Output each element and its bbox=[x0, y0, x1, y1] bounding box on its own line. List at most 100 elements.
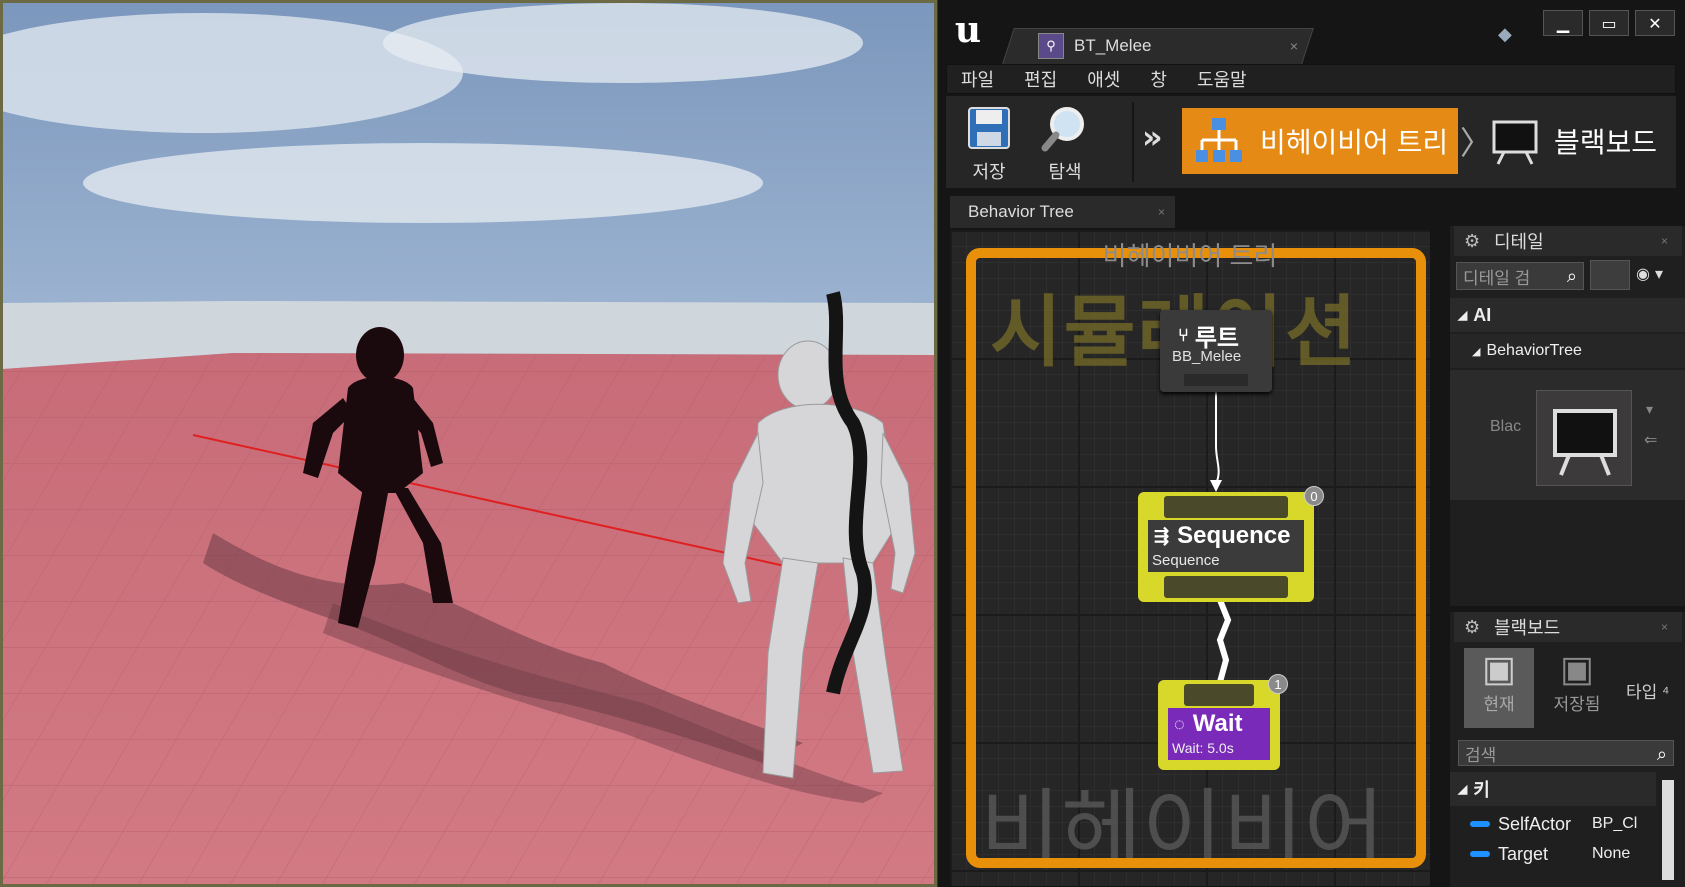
view-options-eye-icon[interactable]: ◉ ▾ bbox=[1636, 264, 1682, 286]
menu-file[interactable]: 파일 bbox=[961, 66, 994, 92]
sequence-index-badge: 0 bbox=[1304, 486, 1324, 506]
document-tab[interactable]: ⚲ BT_Melee × bbox=[1022, 28, 1312, 64]
wait-index-badge: 1 bbox=[1268, 674, 1288, 694]
type-label: 타입 ⁴ bbox=[1626, 683, 1670, 702]
sequence-icon: ⇶ bbox=[1154, 525, 1170, 546]
mode-blackboard-button[interactable]: 블랙보드 bbox=[1490, 108, 1657, 174]
expand-triangle-icon: ◢ bbox=[1458, 782, 1468, 796]
blackboard-search-input[interactable]: 검색 ⌕ bbox=[1458, 740, 1674, 766]
close-tab-icon[interactable]: × bbox=[1290, 38, 1298, 54]
saved-label: 저장됨 bbox=[1553, 695, 1601, 714]
tab-behavior-tree[interactable]: Behavior Tree × bbox=[950, 196, 1175, 228]
mode-behavior-tree-label: 비헤이비어 트리 bbox=[1260, 127, 1449, 158]
details-search-input[interactable]: 디테일 검 ⌕ bbox=[1456, 262, 1584, 290]
menu-window[interactable]: 창 bbox=[1150, 66, 1167, 92]
saved-button[interactable]: ▣ 저장됨 bbox=[1542, 648, 1612, 728]
menu-edit[interactable]: 편집 bbox=[1024, 66, 1057, 92]
menu-asset[interactable]: 애셋 bbox=[1087, 66, 1120, 92]
tab-details[interactable]: ⚙ 디테일 × bbox=[1454, 226, 1682, 256]
key-name: SelfActor bbox=[1498, 813, 1572, 834]
expand-triangle-icon: ◢ bbox=[1458, 308, 1468, 322]
blackboard-panel: ⚙ 블랙보드 × ▣ 현재 ▣ 저장됨 타입 ⁴ 검색 ⌕ ◢ 키 SelfAc… bbox=[1450, 612, 1685, 887]
blackboard-tab-icon: ⚙ bbox=[1464, 617, 1481, 637]
root-output-pin[interactable] bbox=[1184, 374, 1248, 386]
sequence-output-pin[interactable] bbox=[1164, 576, 1288, 598]
browse-button[interactable]: 탐색 bbox=[1030, 104, 1100, 184]
wait-node-subtitle: Wait: 5.0s bbox=[1172, 740, 1234, 756]
category-behaviortree-label: BehaviorTree bbox=[1486, 342, 1582, 359]
category-ai[interactable]: ◢ AI bbox=[1450, 298, 1685, 332]
dropdown-arrow-icon[interactable]: ▾ bbox=[1646, 402, 1653, 418]
close-tab-icon[interactable]: × bbox=[1661, 234, 1668, 248]
graph-canvas[interactable]: 시뮬레이션 비헤이비어 비헤이비어 트리 ⑂ 루트 BB_Melee bbox=[950, 230, 1430, 886]
behavior-tree-editor: u ⚲ BT_Melee × ◆ ▁ ▭ ✕ 파일 편집 애셋 창 도움말 저장… bbox=[937, 0, 1685, 887]
key-value: BP_Cl bbox=[1592, 815, 1638, 832]
search-icon: ⌕ bbox=[1656, 744, 1667, 764]
wait-icon: ◌ bbox=[1174, 713, 1185, 734]
mode-behavior-tree-button[interactable]: 비헤이비어 트리 bbox=[1182, 108, 1458, 174]
level-viewport[interactable] bbox=[0, 0, 937, 887]
save-icon bbox=[968, 107, 1010, 149]
toolbar: 저장 탐색 » 비헤이비어 트리 〉 블랙보드 bbox=[946, 96, 1676, 188]
browse-label: 탐색 bbox=[1048, 162, 1082, 182]
unreal-logo-icon: u bbox=[954, 9, 982, 51]
blackboard-icon: ▣ bbox=[1481, 648, 1516, 689]
object-type-icon bbox=[1470, 821, 1490, 827]
wait-input-pin[interactable] bbox=[1184, 684, 1254, 706]
blackboard-icon bbox=[1553, 409, 1617, 476]
behavior-tree-icon bbox=[1196, 118, 1242, 162]
details-icon: ⚙ bbox=[1464, 231, 1481, 251]
current-button[interactable]: ▣ 현재 bbox=[1464, 648, 1534, 728]
root-node[interactable]: ⑂ 루트 BB_Melee bbox=[1160, 310, 1272, 392]
close-tab-icon[interactable]: × bbox=[1661, 620, 1668, 634]
sequence-node[interactable]: ⇶ Sequence Sequence bbox=[1138, 492, 1314, 602]
source-control-icon[interactable]: ◆ bbox=[1498, 24, 1522, 45]
object-type-icon bbox=[1470, 851, 1490, 857]
category-ai-label: AI bbox=[1473, 304, 1492, 325]
tab-blackboard[interactable]: ⚙ 블랙보드 × bbox=[1454, 612, 1682, 642]
root-node-subtitle: BB_Melee bbox=[1172, 348, 1242, 365]
tab-blackboard-label: 블랙보드 bbox=[1494, 618, 1561, 638]
sequence-node-subtitle: Sequence bbox=[1152, 552, 1220, 569]
behavior-tree-asset-icon: ⚲ bbox=[1038, 33, 1064, 59]
sequence-node-title: ⇶ Sequence bbox=[1154, 522, 1290, 550]
blackboard-key-row[interactable]: SelfActor BP_Cl bbox=[1470, 810, 1678, 838]
root-icon: ⑂ bbox=[1178, 325, 1189, 346]
close-tab-icon[interactable]: × bbox=[1158, 205, 1165, 219]
key-value: None bbox=[1592, 845, 1631, 862]
wait-node-title: ◌ Wait bbox=[1174, 710, 1242, 738]
blackboard-key-row[interactable]: Target None bbox=[1470, 840, 1678, 868]
sequence-node-title-text: Sequence bbox=[1177, 522, 1291, 549]
blackboard-asset-thumbnail[interactable] bbox=[1536, 390, 1632, 486]
toolbar-separator bbox=[1132, 102, 1134, 182]
wait-node-title-text: Wait bbox=[1192, 710, 1243, 737]
mode-blackboard-label: 블랙보드 bbox=[1554, 127, 1658, 158]
blackboard-property-label: Blac bbox=[1490, 418, 1522, 435]
current-label: 현재 bbox=[1483, 695, 1515, 714]
tab-behavior-tree-label: Behavior Tree bbox=[968, 202, 1074, 221]
property-matrix-button[interactable] bbox=[1590, 260, 1630, 290]
menu-help[interactable]: 도움말 bbox=[1197, 66, 1247, 92]
keys-category[interactable]: ◢ 키 bbox=[1450, 772, 1656, 806]
expand-chevron-icon[interactable]: » bbox=[1142, 118, 1163, 156]
sequence-node-body: ⇶ Sequence Sequence bbox=[1148, 520, 1304, 572]
close-window-button[interactable]: ✕ bbox=[1635, 10, 1675, 36]
category-behaviortree[interactable]: ◢ BehaviorTree bbox=[1450, 334, 1685, 368]
sequence-input-pin[interactable] bbox=[1164, 496, 1288, 518]
blackboard-icon bbox=[1492, 120, 1538, 165]
tab-details-label: 디테일 bbox=[1494, 232, 1544, 252]
blackboard-icon: ▣ bbox=[1559, 648, 1594, 689]
use-selected-arrow-icon[interactable]: ⇐ bbox=[1644, 430, 1657, 449]
mode-arrow-icon: 〉 bbox=[1460, 124, 1493, 162]
wait-node[interactable]: ◌ Wait Wait: 5.0s bbox=[1158, 680, 1280, 770]
save-label: 저장 bbox=[972, 162, 1006, 182]
wait-node-body: ◌ Wait Wait: 5.0s bbox=[1168, 708, 1270, 760]
maximize-button[interactable]: ▭ bbox=[1589, 10, 1629, 36]
save-button[interactable]: 저장 bbox=[954, 104, 1024, 184]
keys-scrollbar[interactable] bbox=[1662, 780, 1674, 880]
details-panel: ⚙ 디테일 × 디테일 검 ⌕ ◉ ▾ ◢ AI ◢ BehaviorTree … bbox=[1450, 226, 1685, 606]
minimize-button[interactable]: ▁ bbox=[1543, 10, 1583, 36]
details-search-placeholder: 디테일 검 bbox=[1463, 268, 1531, 288]
menu-bar: 파일 편집 애셋 창 도움말 bbox=[946, 64, 1676, 94]
expand-triangle-icon: ◢ bbox=[1472, 345, 1481, 358]
